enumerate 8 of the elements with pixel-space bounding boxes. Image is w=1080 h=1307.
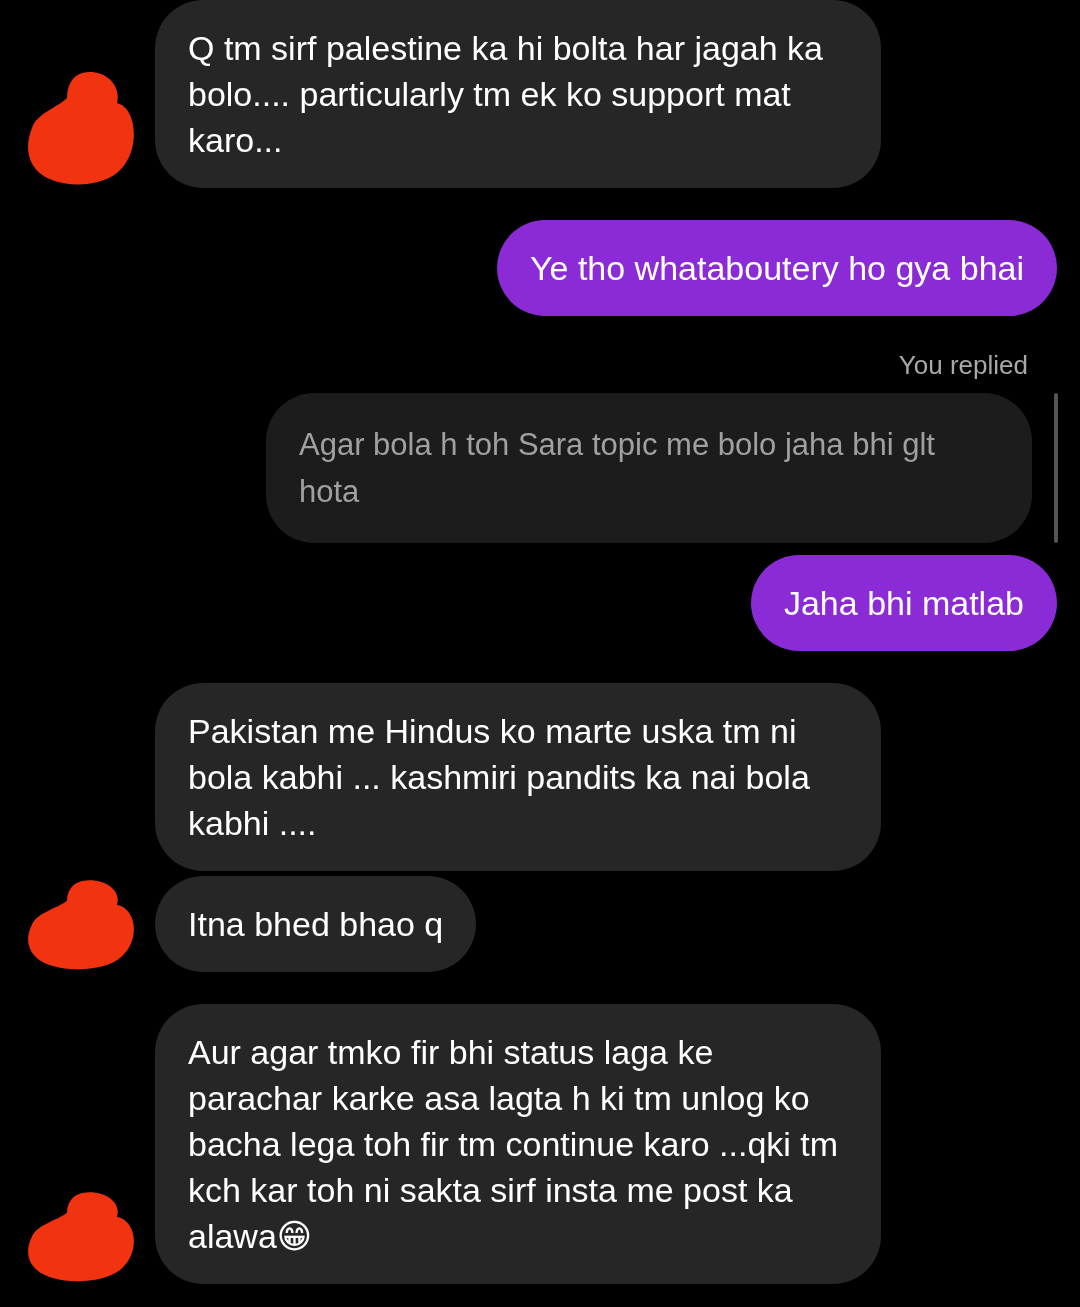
message-bubble: Ye tho whataboutery ho gya bhai — [497, 220, 1057, 316]
message-bubble: Pakistan me Hindus ko marte uska tm ni bola kabhi ... kashmiri pandits ka nai bola kabhi .... — [155, 683, 881, 871]
quoted-message: Agar bola h toh Sara topic me bolo jaha bhi glt hota — [266, 393, 1032, 543]
message-bubble: Itna bhed bhao q — [155, 876, 477, 972]
message-bubble: Jaha bhi matlab — [750, 555, 1057, 651]
message-bubble: Q tm sirf palestine ka hi bolta har jagah ka bolo.... particularly tm ek ko support mat karo... — [155, 0, 881, 188]
reply-label: You replied — [898, 350, 1028, 381]
message-bubble: Aur agar tmko fir bhi status laga ke parachar karke asa lagta h ki tm unlog ko bacha lega toh fir tm continue karo ...qki tm kch kar toh ni sakta sirf insta me post ka alawa😁 — [155, 1004, 881, 1284]
